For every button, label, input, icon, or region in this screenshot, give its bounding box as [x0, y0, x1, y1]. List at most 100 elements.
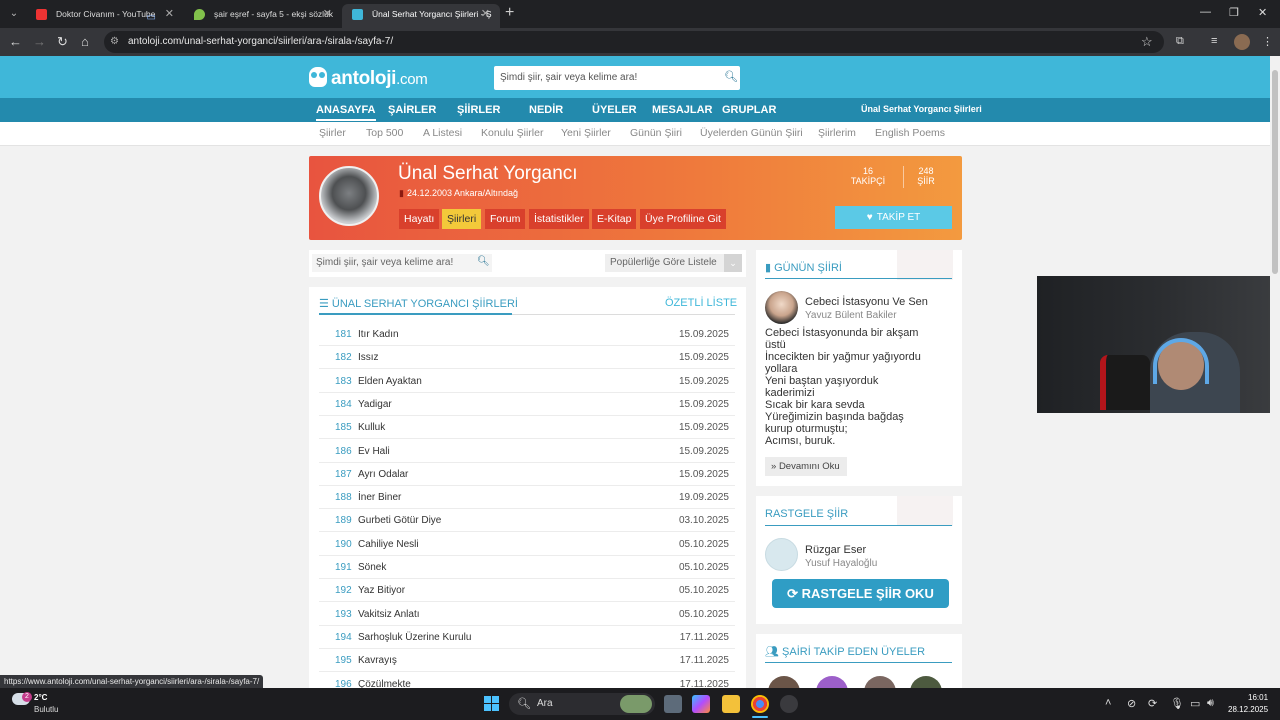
poem-title-link[interactable]: Kavrayış	[358, 655, 397, 666]
poem-title-link[interactable]: Itır Kadın	[358, 329, 399, 340]
profile-tab-siirleri[interactable]: Şiirleri	[442, 209, 482, 229]
poem-title-link[interactable]: Vakitsiz Anlatı	[358, 609, 420, 620]
poet-photo[interactable]	[765, 291, 798, 324]
poem-search-input[interactable]: Şimdi şiir, şair veya kelime ara!	[312, 254, 492, 272]
nav-siirler[interactable]: ŞİİRLER	[457, 104, 500, 116]
poem-row[interactable]: 182 Issız 15.09.2025	[319, 346, 735, 370]
poem-title-link[interactable]: Yadigar	[358, 399, 392, 410]
nav-uyeler[interactable]: ÜYELER	[592, 104, 637, 116]
close-tab-icon[interactable]: ✕	[323, 4, 332, 24]
poem-title-link[interactable]: Gurbeti Götür Diye	[358, 515, 441, 526]
clock-date[interactable]: 28.12.2025	[1228, 705, 1268, 714]
task-view-icon[interactable]	[664, 695, 682, 713]
poem-row[interactable]: 181 Itır Kadın 15.09.2025	[319, 323, 735, 346]
site-info-icon[interactable]: ⚙	[110, 36, 119, 47]
restore-button[interactable]: ❐	[1229, 6, 1239, 19]
subnav-konulu-siirler[interactable]: Konulu Şiirler	[481, 127, 543, 139]
profile-tab-ekitap[interactable]: E-Kitap	[592, 209, 637, 229]
copilot-icon[interactable]	[692, 695, 710, 713]
devamini-oku-button[interactable]: » Devamını Oku	[765, 457, 847, 476]
subnav-gunun-siiri[interactable]: Günün Şiiri	[630, 127, 682, 139]
tab-search-icon[interactable]: ⌄	[6, 6, 22, 22]
chrome-menu-icon[interactable]: ⋮	[1262, 35, 1276, 49]
poem-row[interactable]: 194 Sarhoşluk Üzerine Kurulu 17.11.2025	[319, 626, 735, 649]
poem-row[interactable]: 190 Cahiliye Nesli 05.10.2025	[319, 533, 735, 556]
extensions-icon[interactable]: ⧉	[1176, 35, 1190, 49]
browser-tab-youtube[interactable]: Doktor Civanım - YouTube ▭ ✕	[26, 4, 184, 28]
nav-gruplar[interactable]: GRUPLAR	[722, 104, 776, 116]
poem-title-link[interactable]: Ayrı Odalar	[358, 469, 408, 480]
profile-tab-hayati[interactable]: Hayatı	[399, 209, 440, 229]
poem-title-link[interactable]: Ev Hali	[358, 446, 390, 457]
sort-select[interactable]: Popülerliğe Göre Listele	[605, 254, 742, 272]
subnav-siirlerim[interactable]: Şiirlerim	[818, 127, 856, 139]
close-window-button[interactable]: ✕	[1258, 6, 1267, 19]
poem-row[interactable]: 195 Kavrayış 17.11.2025	[319, 649, 735, 673]
poem-title-link[interactable]: Kulluk	[358, 422, 385, 433]
rastgele-author[interactable]: Yusuf Hayaloğlu	[805, 558, 877, 569]
poem-row[interactable]: 189 Gurbeti Götür Diye 03.10.2025	[319, 509, 735, 533]
rastgele-title[interactable]: Rüzgar Eser	[805, 544, 866, 556]
new-tab-button[interactable]: +	[505, 4, 514, 22]
poem-title-link[interactable]: Cahiliye Nesli	[358, 539, 419, 550]
poem-row[interactable]: 187 Ayrı Odalar 15.09.2025	[319, 463, 735, 486]
site-search-input[interactable]: Şimdi şiir, şair veya kelime ara!	[494, 66, 740, 90]
subnav-a-listesi[interactable]: A Listesi	[423, 127, 462, 139]
owl-placeholder-avatar[interactable]	[765, 538, 798, 571]
windows-start-button[interactable]	[484, 696, 500, 712]
poem-row[interactable]: 186 Ev Hali 15.09.2025	[319, 440, 735, 463]
close-tab-icon[interactable]: ✕	[165, 4, 174, 24]
steam-icon[interactable]	[780, 695, 798, 713]
subnav-siirler[interactable]: Şiirler	[319, 127, 346, 139]
scrollbar-thumb[interactable]	[1272, 70, 1278, 274]
profile-avatar[interactable]	[1234, 34, 1250, 50]
chevron-up-icon[interactable]: ˄	[1105, 697, 1111, 709]
sync-icon[interactable]: ⟳	[1148, 697, 1157, 710]
nav-current-page[interactable]: Ünal Serhat Yorgancı Şiirleri	[861, 104, 982, 114]
network-icon[interactable]: ▭	[1190, 697, 1200, 710]
nav-anasayfa[interactable]: ANASAYFA	[316, 104, 376, 121]
back-button[interactable]: ←	[9, 34, 22, 49]
subnav-english-poems[interactable]: English Poems	[875, 127, 945, 139]
profile-tab-istatistikler[interactable]: İstatistikler	[529, 209, 589, 229]
poem-title-link[interactable]: Elden Ayaktan	[358, 376, 422, 387]
browser-tab-antoloji[interactable]: Ünal Serhat Yorgancı Şiirleri - Ş ✕	[342, 4, 500, 28]
gunun-siiri-author[interactable]: Yavuz Bülent Bakiler	[805, 310, 897, 321]
summary-list-link[interactable]: ÖZETLİ LİSTE	[665, 297, 737, 309]
weather-temp[interactable]: 2°C	[34, 693, 47, 702]
poem-title-link[interactable]: Sönek	[358, 562, 386, 573]
subnav-uyelerden-gunun-siiri[interactable]: Üyelerden Günün Şiiri	[700, 127, 803, 139]
search-icon[interactable]: 🔍︎	[724, 70, 738, 83]
nav-nedir[interactable]: NEDİR	[529, 104, 563, 116]
reload-button[interactable]: ↻	[57, 34, 68, 50]
subnav-top500[interactable]: Top 500	[366, 127, 403, 139]
followers-stat[interactable]: 16 TAKİPÇİ	[848, 166, 888, 186]
follow-button[interactable]: ♥ TAKİP ET	[835, 206, 952, 229]
profile-tab-forum[interactable]: Forum	[485, 209, 526, 229]
poem-row[interactable]: 193 Vakitsiz Anlatı 05.10.2025	[319, 603, 735, 626]
profile-tab-uye-profili[interactable]: Üye Profiline Git	[640, 209, 726, 229]
nav-sairler[interactable]: ŞAİRLER	[388, 104, 436, 116]
rastgele-siir-oku-button[interactable]: ⟳ RASTGELE ŞİİR OKU	[772, 579, 949, 608]
poem-title-link[interactable]: İner Biner	[358, 492, 401, 503]
minimize-button[interactable]: —	[1200, 6, 1211, 18]
poem-title-link[interactable]: Sarhoşluk Üzerine Kurulu	[358, 632, 471, 643]
poems-stat[interactable]: 248 ŞİİR	[906, 166, 946, 186]
search-icon[interactable]: 🔍︎	[477, 256, 490, 267]
file-explorer-icon[interactable]	[722, 695, 740, 713]
home-button[interactable]: ⌂	[81, 34, 89, 49]
poem-row[interactable]: 192 Yaz Bitiyor 05.10.2025	[319, 579, 735, 603]
poem-row[interactable]: 185 Kulluk 15.09.2025	[319, 416, 735, 440]
close-tab-icon[interactable]: ✕	[481, 4, 490, 24]
weather-desc[interactable]: Bulutlu	[34, 705, 58, 714]
chevron-down-icon[interactable]: ⌄	[724, 254, 742, 272]
poem-row[interactable]: 191 Sönek 05.10.2025	[319, 556, 735, 579]
chrome-icon[interactable]	[751, 695, 769, 713]
poem-row[interactable]: 188 İner Biner 19.09.2025	[319, 486, 735, 510]
forward-button[interactable]: →	[33, 34, 46, 49]
browser-tab-eksi[interactable]: şair eşref - sayfa 5 - ekşi sözlük ✕	[184, 4, 342, 28]
poem-title-link[interactable]: Issız	[358, 352, 379, 363]
volume-icon[interactable]: 🔊︎	[1207, 697, 1214, 710]
tray-app-icon[interactable]: ⊘	[1127, 697, 1136, 710]
poem-row[interactable]: 183 Elden Ayaktan 15.09.2025	[319, 370, 735, 393]
